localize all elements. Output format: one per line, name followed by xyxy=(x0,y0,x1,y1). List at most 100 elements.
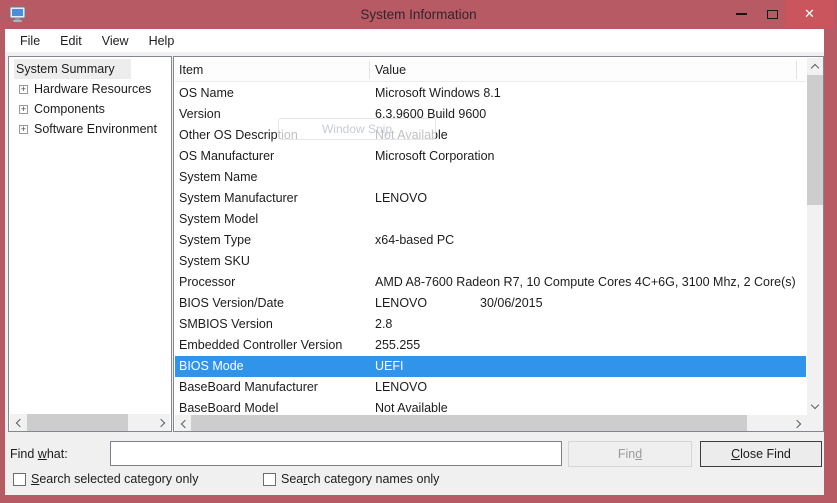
cell-value2: 30/06/2015 xyxy=(480,293,543,314)
cell-item: System SKU xyxy=(179,251,250,272)
checkbox-icon[interactable] xyxy=(263,473,276,486)
menu-view[interactable]: View xyxy=(92,31,139,51)
tree-item[interactable]: System Summary xyxy=(9,59,171,79)
menu-help[interactable]: Help xyxy=(139,31,185,51)
tree-horizontal-scrollbar[interactable] xyxy=(10,414,170,431)
close-button[interactable]: ✕ xyxy=(785,0,834,28)
system-information-window: System Information ✕ File Edit View Help… xyxy=(0,0,837,503)
cell-item: Embedded Controller Version xyxy=(179,335,342,356)
find-what-input[interactable] xyxy=(110,441,562,466)
checkbox-icon[interactable] xyxy=(13,473,26,486)
tree-item[interactable]: + Components xyxy=(9,99,171,119)
tree-item-label: Software Environment xyxy=(32,119,159,139)
cell-item: Processor xyxy=(179,272,235,293)
window-title: System Information xyxy=(0,0,837,29)
cell-value: LENOVO xyxy=(375,377,427,398)
horizontal-scrollbar-thumb[interactable] xyxy=(191,415,747,432)
checkbox-label: Search category names only xyxy=(281,472,439,486)
close-find-button[interactable]: Close Find xyxy=(700,441,822,467)
tree-scrollbar-thumb[interactable] xyxy=(27,414,128,431)
menu-file[interactable]: File xyxy=(10,31,50,51)
cell-value: AMD A8-7600 Radeon R7, 10 Compute Cores … xyxy=(375,272,796,293)
cell-item: BIOS Mode xyxy=(179,356,244,377)
cell-value: 255.255 xyxy=(375,335,420,356)
expand-plus-icon[interactable]: + xyxy=(19,105,28,114)
table-row[interactable]: Version6.3.9600 Build 9600 xyxy=(175,104,806,125)
menu-edit[interactable]: Edit xyxy=(50,31,92,51)
scroll-up-icon[interactable] xyxy=(807,58,823,75)
column-header-value[interactable]: Value xyxy=(375,58,406,82)
table-row[interactable]: SMBIOS Version 2.8 xyxy=(175,314,806,335)
tree-list: System Summary + Hardware Resources + Compon… xyxy=(9,59,171,139)
scroll-left-icon[interactable] xyxy=(10,414,26,431)
cell-item: SMBIOS Version xyxy=(179,314,273,335)
cell-item: System Model xyxy=(179,209,258,230)
cell-item: System Manufacturer xyxy=(179,188,298,209)
cell-item: OS Name xyxy=(179,83,234,104)
cell-item: Version xyxy=(179,104,221,125)
expand-plus-icon[interactable]: + xyxy=(19,125,28,134)
minimize-button[interactable] xyxy=(724,0,758,28)
scroll-right-icon[interactable] xyxy=(154,414,170,431)
scroll-down-icon[interactable] xyxy=(807,398,823,415)
table-body: OS Name Microsoft Windows 8.1Version6.3.9… xyxy=(175,83,806,419)
column-header-item[interactable]: Item xyxy=(179,58,203,82)
table-row[interactable]: Processor AMD A8-7600 Radeon R7, 10 Compu… xyxy=(175,272,806,293)
table-row[interactable]: OS Manufacturer Microsoft Corporation xyxy=(175,146,806,167)
cell-value: UEFI xyxy=(375,356,403,377)
cell-value: 2.8 xyxy=(375,314,392,335)
maximize-button[interactable] xyxy=(758,0,786,28)
checkbox-label: Search selected category only xyxy=(31,472,198,486)
table-row[interactable]: BaseBoard Manufacturer LENOVO xyxy=(175,377,806,398)
tree-item-label: Components xyxy=(32,99,107,119)
cell-value: Microsoft Corporation xyxy=(375,146,495,167)
category-tree-panel: System Summary + Hardware Resources + Compon… xyxy=(8,56,172,432)
tree-item[interactable]: + Hardware Resources xyxy=(9,79,171,99)
window-border-bottom xyxy=(0,495,837,503)
table-horizontal-scrollbar[interactable] xyxy=(175,415,806,432)
column-divider[interactable] xyxy=(369,61,370,79)
table-row[interactable]: System Manufacturer LENOVO xyxy=(175,188,806,209)
table-row[interactable]: OS Name Microsoft Windows 8.1 xyxy=(175,83,806,104)
window-border-right xyxy=(824,29,837,503)
find-what-label: Find what: xyxy=(10,447,68,461)
cell-value: Microsoft Windows 8.1 xyxy=(375,83,501,104)
vertical-scrollbar-thumb[interactable] xyxy=(807,75,823,205)
scrollbar-corner xyxy=(806,415,823,432)
cell-item: OS Manufacturer xyxy=(179,146,274,167)
expand-plus-icon[interactable]: + xyxy=(19,85,28,94)
table-vertical-scrollbar[interactable] xyxy=(807,58,823,415)
maximize-icon xyxy=(767,10,778,19)
tree-item[interactable]: + Software Environment xyxy=(9,119,171,139)
cell-value: LENOVO xyxy=(375,293,427,314)
table-row[interactable]: System Typex64-based PC xyxy=(175,230,806,251)
table-row[interactable]: BIOS Version/Date LENOVO 30/06/2015 xyxy=(175,293,806,314)
cell-item: BIOS Version/Date xyxy=(179,293,284,314)
table-row[interactable]: BIOS Mode UEFI xyxy=(175,356,806,377)
table-row[interactable]: Embedded Controller Version 255.255 xyxy=(175,335,806,356)
cell-item: BaseBoard Manufacturer xyxy=(179,377,318,398)
table-row[interactable]: Other OS DescriptionNot Available xyxy=(175,125,806,146)
table-row[interactable]: System SKU xyxy=(175,251,806,272)
minimize-icon xyxy=(736,13,747,15)
tree-item-label: System Summary xyxy=(14,59,131,79)
search-category-names-checkbox[interactable]: Search category names only xyxy=(263,471,439,487)
cell-item: System Name xyxy=(179,167,258,188)
scroll-right-icon[interactable] xyxy=(790,415,806,432)
find-button[interactable]: Find xyxy=(568,441,692,467)
window-snip-ghost-tooltip: Window Snip xyxy=(278,118,436,140)
tree-item-label: Hardware Resources xyxy=(32,79,153,99)
menu-bar: File Edit View Help xyxy=(5,29,824,52)
cell-item: System Type xyxy=(179,230,251,251)
titlebar: System Information ✕ xyxy=(0,0,837,29)
column-divider[interactable] xyxy=(796,61,797,79)
table-row[interactable]: System Name xyxy=(175,167,806,188)
table-row[interactable]: System Model xyxy=(175,209,806,230)
search-selected-category-checkbox[interactable]: Search selected category only xyxy=(13,471,198,487)
close-icon: ✕ xyxy=(804,6,815,22)
scroll-left-icon[interactable] xyxy=(175,415,191,432)
table-header: Item Value xyxy=(175,58,806,82)
cell-value: LENOVO xyxy=(375,188,427,209)
window-border-left xyxy=(0,29,5,503)
info-table-panel: Item Value OS NameMicrosoft Windows 8.1V… xyxy=(173,56,824,432)
